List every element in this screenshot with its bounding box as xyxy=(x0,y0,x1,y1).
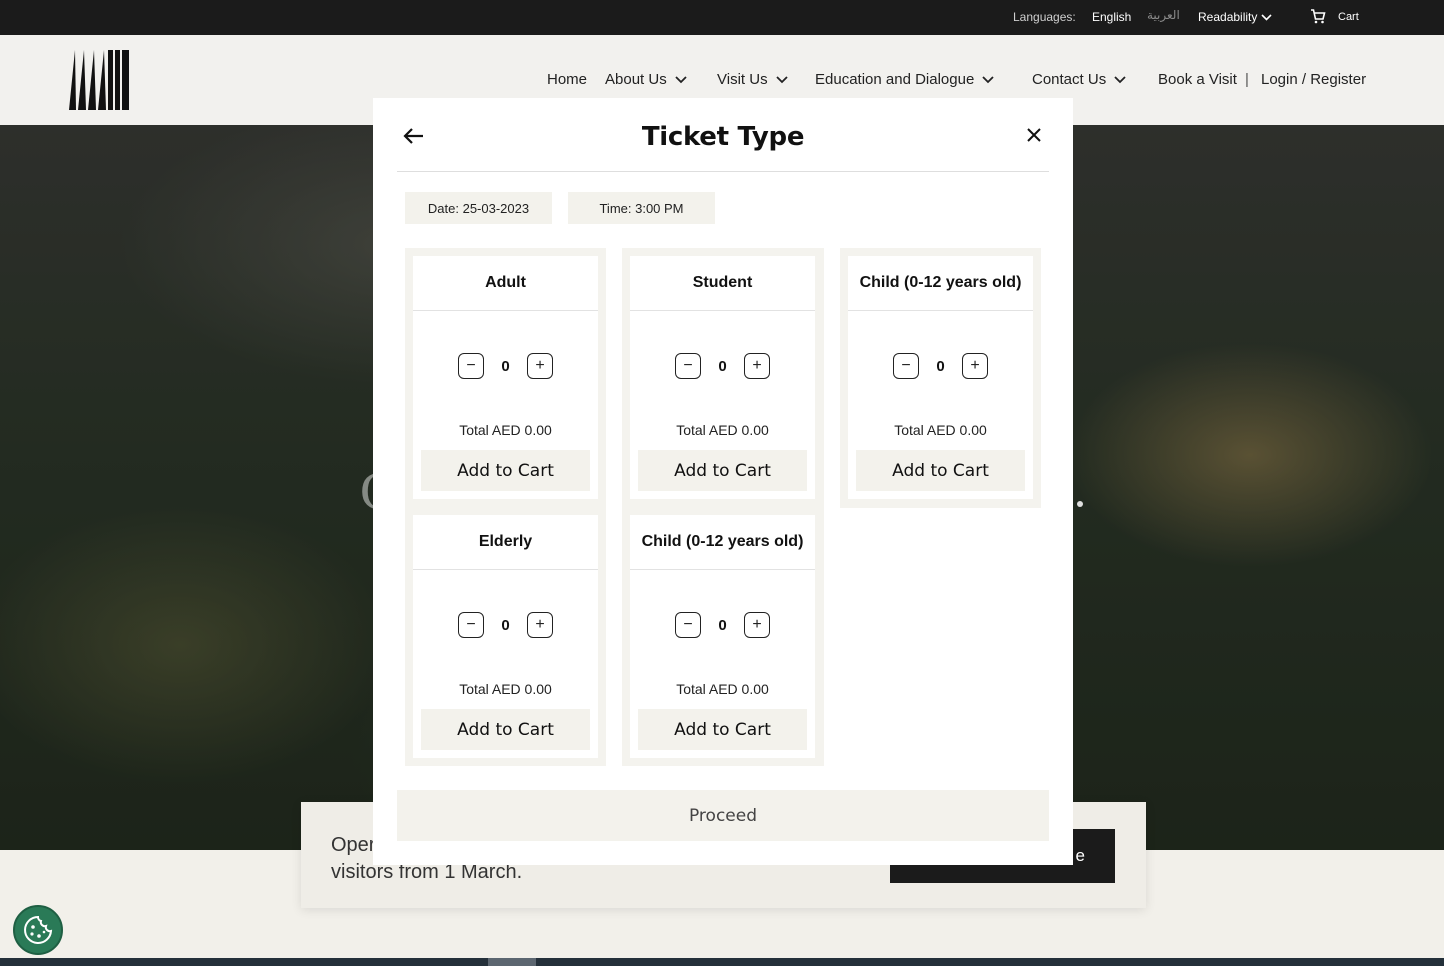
footer-tab[interactable] xyxy=(488,958,536,966)
modal-title: Ticket Type xyxy=(641,122,805,152)
cookie-settings-button[interactable] xyxy=(13,905,63,955)
ticket-type-modal: Ticket Type Date: 25-03-2023 Time: 3:00 … xyxy=(373,98,1073,865)
nav-contact-label: Contact Us xyxy=(1032,71,1107,88)
language-arabic-link[interactable]: العربية xyxy=(1147,8,1180,22)
add-to-cart-button[interactable]: Add to Cart xyxy=(856,450,1025,491)
increment-button[interactable]: + xyxy=(527,353,553,379)
quantity-stepper: − 0 + xyxy=(675,353,770,379)
chevron-down-icon xyxy=(982,75,994,83)
ticket-name: Elderly xyxy=(413,515,598,570)
nav-visit-label: Visit Us xyxy=(717,71,768,88)
ticket-card-child-2: Child (0-12 years old) − 0 + Total AED 0… xyxy=(630,515,815,758)
ticket-name: Adult xyxy=(413,256,598,311)
nav-divider: | xyxy=(1244,71,1249,88)
quantity-stepper: − 0 + xyxy=(893,353,988,379)
cart-link[interactable]: Cart xyxy=(1310,9,1359,24)
readability-label: Readability xyxy=(1198,10,1258,24)
nav-home[interactable]: Home xyxy=(547,71,587,88)
banner-text-line1: Oper xyxy=(331,834,376,856)
close-icon[interactable] xyxy=(1025,126,1043,144)
quantity-stepper: − 0 + xyxy=(458,612,553,638)
ticket-total: Total AED 0.00 xyxy=(459,422,552,438)
nav-visit[interactable]: Visit Us xyxy=(717,71,788,88)
quantity-stepper: − 0 + xyxy=(675,612,770,638)
increment-button[interactable]: + xyxy=(744,612,770,638)
nav-education-label: Education and Dialogue xyxy=(815,71,975,88)
proceed-button[interactable]: Proceed xyxy=(397,790,1049,841)
nav-contact[interactable]: Contact Us xyxy=(1032,71,1126,88)
nav-book-visit[interactable]: Book a Visit | xyxy=(1158,71,1249,88)
languages-label: Languages: xyxy=(1013,10,1076,24)
time-chip: Time: 3:00 PM xyxy=(568,192,715,224)
add-to-cart-button[interactable]: Add to Cart xyxy=(421,450,590,491)
decrement-button[interactable]: − xyxy=(458,353,484,379)
date-chip: Date: 25-03-2023 xyxy=(405,192,552,224)
cart-label: Cart xyxy=(1338,10,1359,23)
decrement-button[interactable]: − xyxy=(675,612,701,638)
modal-header: Ticket Type xyxy=(397,98,1049,172)
decrement-button[interactable]: − xyxy=(893,353,919,379)
chevron-down-icon xyxy=(675,75,687,83)
quantity-value: 0 xyxy=(501,357,510,375)
quantity-value: 0 xyxy=(718,357,727,375)
quantity-value: 0 xyxy=(936,357,945,375)
quantity-value: 0 xyxy=(501,616,510,634)
ticket-total: Total AED 0.00 xyxy=(459,681,552,697)
add-to-cart-button[interactable]: Add to Cart xyxy=(638,709,807,750)
ticket-name: Child (0-12 years old) xyxy=(630,515,815,570)
ticket-card-child: Child (0-12 years old) − 0 + Total AED 0… xyxy=(848,256,1033,499)
chevron-down-icon xyxy=(775,75,788,83)
ticket-card-elderly: Elderly − 0 + Total AED 0.00 Add to Cart xyxy=(413,515,598,758)
add-to-cart-button[interactable]: Add to Cart xyxy=(638,450,807,491)
increment-button[interactable]: + xyxy=(744,353,770,379)
quantity-stepper: − 0 + xyxy=(458,353,553,379)
carousel-dot[interactable] xyxy=(1077,501,1083,507)
banner-button-label: e xyxy=(1075,846,1085,865)
cart-icon xyxy=(1311,9,1326,24)
readability-dropdown[interactable]: Readability xyxy=(1198,10,1272,24)
add-to-cart-button[interactable]: Add to Cart xyxy=(421,709,590,750)
footer-strip xyxy=(0,958,1444,966)
nav-book-label: Book a Visit xyxy=(1158,71,1237,88)
decrement-button[interactable]: − xyxy=(458,612,484,638)
ticket-total: Total AED 0.00 xyxy=(676,422,769,438)
ticket-name: Child (0-12 years old) xyxy=(848,256,1033,311)
increment-button[interactable]: + xyxy=(527,612,553,638)
nav-about[interactable]: About Us xyxy=(605,71,687,88)
ticket-card-adult: Adult − 0 + Total AED 0.00 Add to Cart xyxy=(413,256,598,499)
nav-about-label: About Us xyxy=(605,71,667,88)
cookie-icon xyxy=(24,915,53,944)
language-english-link[interactable]: English xyxy=(1092,10,1131,24)
ticket-card-student: Student − 0 + Total AED 0.00 Add to Cart xyxy=(630,256,815,499)
main-nav: Home About Us Visit Us Education and Dia… xyxy=(0,71,1444,91)
quantity-value: 0 xyxy=(718,616,727,634)
nav-education[interactable]: Education and Dialogue xyxy=(815,71,994,88)
chevron-down-icon xyxy=(1261,13,1272,21)
utility-bar: Languages: English العربية Readability C… xyxy=(0,0,1444,35)
nav-login[interactable]: Login / Register xyxy=(1261,71,1366,88)
ticket-total: Total AED 0.00 xyxy=(894,422,987,438)
ticket-name: Student xyxy=(630,256,815,311)
ticket-total: Total AED 0.00 xyxy=(676,681,769,697)
increment-button[interactable]: + xyxy=(962,353,988,379)
chevron-down-icon xyxy=(1114,75,1126,83)
decrement-button[interactable]: − xyxy=(675,353,701,379)
